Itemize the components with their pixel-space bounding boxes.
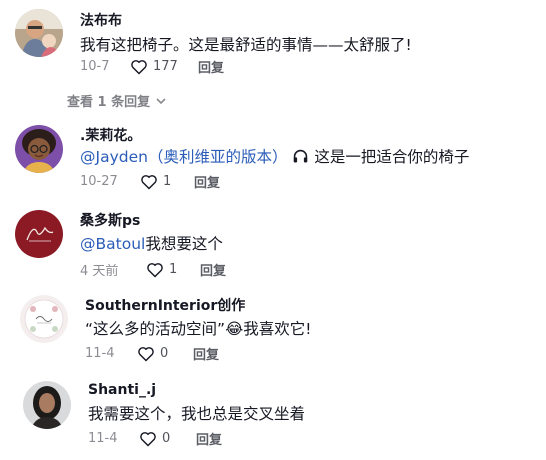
comment-meta: 11-4 0 回复 xyxy=(88,429,222,448)
comment-body: 我有这把椅子。这是最舒适的事情——太舒服了! xyxy=(80,36,412,54)
reply-button[interactable]: 回复 xyxy=(196,429,222,448)
username[interactable]: SouthernInterior创作 xyxy=(85,295,245,315)
like-count: 177 xyxy=(153,59,178,74)
comment-item: Shanti_.j 我需要这个，我也总是交叉坐着 11-4 0 回复 xyxy=(0,375,546,460)
heart-icon xyxy=(138,346,154,361)
view-replies-label: 查看 1 条回复 xyxy=(67,95,151,110)
comment-date: 4 天前 xyxy=(80,264,119,279)
comment-text: 我需要这个，我也总是交叉坐着 xyxy=(88,402,305,424)
comment-body: 我需要这个，我也总是交叉坐着 xyxy=(88,405,306,423)
like-button[interactable]: 0 xyxy=(137,346,193,362)
comment-body: “这么多的活动空间” xyxy=(85,320,226,338)
comment-date: 11-4 xyxy=(85,346,115,361)
comment-date: 10-27 xyxy=(80,174,118,189)
mention-link[interactable]: @Jayden（奥利维亚的版本） xyxy=(80,148,287,166)
like-count: 1 xyxy=(169,262,178,277)
avatar[interactable] xyxy=(23,381,71,429)
username[interactable]: Shanti_.j xyxy=(88,382,156,398)
chevron-down-icon xyxy=(156,97,166,104)
view-replies-button[interactable]: 查看 1 条回复 xyxy=(67,91,167,110)
comment-item: SouthernInterior创作 “这么多的活动空间”😂我喜欢它! 11-4… xyxy=(0,290,546,375)
username[interactable]: .茉莉花。 xyxy=(80,125,141,145)
reply-button[interactable]: 回复 xyxy=(198,57,224,76)
comment-text: @Batoul我想要这个 xyxy=(80,232,223,254)
headphones-icon xyxy=(292,148,309,166)
reply-button[interactable]: 回复 xyxy=(200,260,226,279)
heart-icon xyxy=(140,431,156,446)
heart-icon xyxy=(141,174,157,189)
comment-item: .茉莉花。 @Jayden（奥利维亚的版本） 这是一把适合你的椅子 10-27 … xyxy=(0,115,546,200)
username[interactable]: 法布布 xyxy=(80,10,122,30)
comment-date: 10-7 xyxy=(80,59,110,74)
comment-text: @Jayden（奥利维亚的版本） 这是一把适合你的椅子 xyxy=(80,145,469,167)
comment-body: 我想要这个 xyxy=(145,235,223,253)
mention-link[interactable]: @Batoul xyxy=(80,235,145,253)
avatar[interactable] xyxy=(20,295,68,343)
avatar[interactable] xyxy=(15,210,63,258)
comment-body: 这是一把适合你的椅子 xyxy=(314,148,470,166)
like-count: 1 xyxy=(163,174,172,189)
heart-icon xyxy=(131,59,147,74)
comment-body-2: 我喜欢它! xyxy=(243,320,312,338)
reply-button[interactable]: 回复 xyxy=(194,172,220,191)
avatar[interactable] xyxy=(15,125,63,173)
like-button[interactable]: 177 xyxy=(130,59,198,75)
like-count: 0 xyxy=(160,346,169,361)
like-count: 0 xyxy=(162,431,171,446)
comment-text: “这么多的活动空间”😂我喜欢它! xyxy=(85,317,311,339)
reply-button[interactable]: 回复 xyxy=(193,344,219,363)
comment-date: 11-4 xyxy=(88,431,118,446)
comment-text: 我有这把椅子。这是最舒适的事情——太舒服了! xyxy=(80,33,412,55)
comment-item: 法布布 我有这把椅子。这是最舒适的事情——太舒服了! 10-7 177 回复 xyxy=(0,0,546,90)
username[interactable]: 桑多斯ps xyxy=(80,210,140,230)
heart-icon xyxy=(147,262,163,277)
laughing-emoji: 😂 xyxy=(225,320,244,338)
comment-meta: 4 天前 1 回复 xyxy=(80,260,226,279)
comment-meta: 11-4 0 回复 xyxy=(85,344,219,363)
comment-meta: 10-7 177 回复 xyxy=(80,57,224,76)
avatar[interactable] xyxy=(15,9,63,57)
comment-meta: 10-27 1 回复 xyxy=(80,172,220,191)
like-button[interactable]: 0 xyxy=(139,431,196,447)
comment-item: 桑多斯ps @Batoul我想要这个 4 天前 1 回复 xyxy=(0,200,546,290)
like-button[interactable]: 1 xyxy=(146,262,200,278)
like-button[interactable]: 1 xyxy=(140,174,194,190)
